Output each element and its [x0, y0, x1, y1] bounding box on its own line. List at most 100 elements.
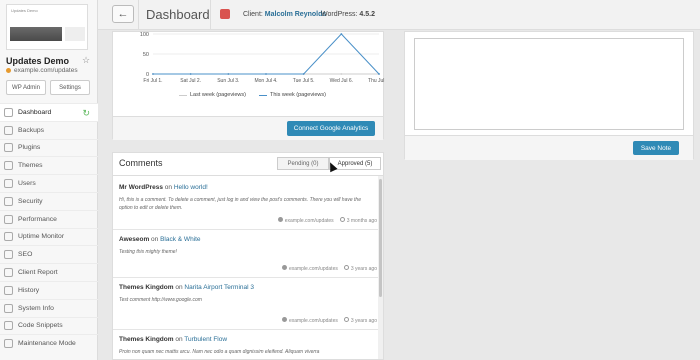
scrollbar-thumb[interactable]	[379, 179, 382, 297]
sidebar-item-security[interactable]: Security	[0, 191, 98, 210]
sidebar-item-label: Dashboard	[18, 108, 52, 116]
legend-label: Last week (pageviews)	[190, 92, 246, 98]
connect-google-analytics-button[interactable]: Connect Google Analytics	[287, 121, 375, 136]
brush-icon	[4, 161, 13, 171]
comments-title: Comments	[119, 158, 163, 168]
thumbnail-title: Updates Demo	[11, 8, 38, 13]
comment-post-link[interactable]: Turbulent Flow	[184, 336, 227, 343]
site-name: Updates Demo	[6, 56, 70, 66]
legend-last-week: Last week (pageviews)	[179, 92, 246, 98]
data-point	[340, 73, 343, 75]
client-name-link[interactable]: Malcolm Reynolds	[265, 11, 326, 18]
sidebar-item-code-snippets[interactable]: Code Snippets	[0, 316, 98, 335]
notes-footer: Save Note	[405, 135, 693, 160]
sidebar-item-themes[interactable]: Themes	[0, 156, 98, 174]
notes-panel: Save Note	[404, 31, 694, 160]
sidebar-item-label: System Info	[18, 304, 54, 312]
comment-item: Themes Kingdom on Narita Airport Termina…	[113, 278, 383, 330]
comment-header: Themes Kingdom on Turbulent Flow	[119, 336, 383, 343]
sidebar-item-client-report[interactable]: Client Report	[0, 263, 98, 281]
sidebar-item-history[interactable]: History	[0, 280, 98, 299]
comments-panel: Comments Pending (0) Approved (5) Mr Wor…	[112, 152, 384, 360]
legend-swatch	[259, 94, 267, 96]
users-icon	[4, 179, 13, 189]
header: ← Dashboard Client: Malcolm Reynolds Wor…	[98, 0, 700, 30]
comment-item: Mr WordPress on Hello world! Hi, this is …	[113, 178, 383, 230]
sidebar-item-backups[interactable]: Backups	[0, 120, 98, 139]
comment-time: 3 years ago	[343, 265, 377, 272]
comment-item: Themes Kingdom on Turbulent Flow Proin no…	[113, 330, 383, 359]
comment-header: Themes Kingdom on Narita Airport Termina…	[119, 284, 383, 291]
comment-body: Hi, this is a comment. To delete a comme…	[119, 197, 361, 211]
comment-author: Aweseom	[119, 236, 150, 243]
comment-post-link[interactable]: Narita Airport Terminal 3	[184, 284, 254, 291]
sidebar-item-maintenance-mode[interactable]: Maintenance Mode	[0, 334, 98, 352]
status-dot-icon	[6, 68, 11, 73]
sidebar-item-label: Plugins	[18, 144, 41, 152]
comment-site: example.com/updates	[281, 317, 338, 324]
monitor-icon	[4, 107, 13, 117]
sidebar: Updates Demo Updates Demo ☆ example.com/…	[0, 0, 98, 360]
shield-icon	[4, 196, 13, 206]
sidebar-item-uptime-monitor[interactable]: Uptime Monitor	[0, 227, 98, 246]
comment-site-text: example.com/updates	[288, 318, 338, 324]
sidebar-item-dashboard[interactable]: Dashboard ↻	[0, 103, 98, 121]
comment-author: Themes Kingdom	[119, 284, 174, 291]
comment-on: on	[175, 284, 183, 291]
comment-site: example.com/updates	[277, 217, 334, 224]
site-url-row: example.com/updates	[6, 67, 78, 74]
settings-button[interactable]: Settings	[50, 80, 90, 95]
sidebar-item-system-info[interactable]: System Info	[0, 298, 98, 317]
comment-item: Aweseom on Black & White Testing this mig…	[113, 230, 383, 278]
comment-body: Test comment http://www.google.com	[119, 297, 202, 303]
x-tick-label: Sun Jul 3.	[217, 78, 239, 84]
site-thumbnail[interactable]: Updates Demo	[6, 4, 88, 50]
legend-swatch	[179, 94, 187, 96]
comment-time-text: 3 years ago	[350, 318, 377, 324]
client-color-badge	[220, 9, 230, 19]
comment-post-link[interactable]: Hello world!	[174, 184, 208, 191]
legend-label: This week (pageviews)	[270, 92, 326, 98]
sidebar-item-seo[interactable]: SEO	[0, 245, 98, 263]
sidebar-item-label: Security	[18, 197, 43, 205]
comment-body: Proin non quam nec mattis arcu. Nam nec …	[119, 349, 320, 355]
y-tick-label: 100	[140, 32, 149, 38]
comment-site-text: example.com/updates	[284, 218, 334, 224]
data-point	[189, 73, 192, 75]
client-info: Client: Malcolm Reynolds	[243, 11, 326, 18]
sidebar-item-performance[interactable]: Performance	[0, 209, 98, 228]
thumbnail-sidebar	[65, 27, 85, 41]
data-point	[302, 73, 305, 75]
sidebar-item-label: History	[18, 286, 40, 294]
x-tick-label: Sat Jul 2.	[180, 78, 201, 84]
sidebar-item-label: Client Report	[18, 269, 58, 277]
globe-icon	[281, 317, 287, 322]
sidebar-item-users[interactable]: Users	[0, 174, 98, 192]
sidebar-item-label: Performance	[18, 215, 57, 223]
comment-on: on	[175, 336, 183, 343]
comment-post-link[interactable]: Black & White	[160, 236, 200, 243]
analytics-panel: 100 50 0 Fri Jul 1. Sat Jul 2. Sun Jul 3. Mon …	[112, 31, 390, 140]
thumbnail-hero-image	[10, 27, 62, 41]
wp-admin-button[interactable]: WP Admin	[6, 80, 46, 95]
notes-textarea[interactable]	[414, 38, 684, 130]
x-tick-label: Fri Jul 1.	[143, 78, 162, 84]
globe-icon	[277, 217, 283, 222]
sidebar-item-label: Code Snippets	[18, 322, 63, 330]
sidebar-item-plugins[interactable]: Plugins	[0, 138, 98, 157]
comment-time-text: 3 years ago	[350, 266, 377, 272]
clock-icon	[343, 265, 349, 270]
back-button[interactable]: ←	[112, 5, 134, 23]
data-point	[378, 73, 380, 75]
refresh-icon[interactable]: ↻	[82, 108, 90, 119]
x-tick-label: Tue Jul 5.	[293, 78, 315, 84]
star-icon[interactable]: ☆	[82, 55, 90, 66]
sidebar-item-label: Uptime Monitor	[18, 233, 65, 241]
wordpress-label: WordPress:	[321, 11, 358, 18]
save-note-button[interactable]: Save Note	[633, 141, 679, 155]
comment-author: Themes Kingdom	[119, 336, 174, 343]
x-tick-label: Mon Jul 4.	[254, 78, 277, 84]
seo-icon	[4, 250, 13, 260]
tab-pending[interactable]: Pending (0)	[277, 157, 329, 170]
comment-on: on	[151, 236, 159, 243]
